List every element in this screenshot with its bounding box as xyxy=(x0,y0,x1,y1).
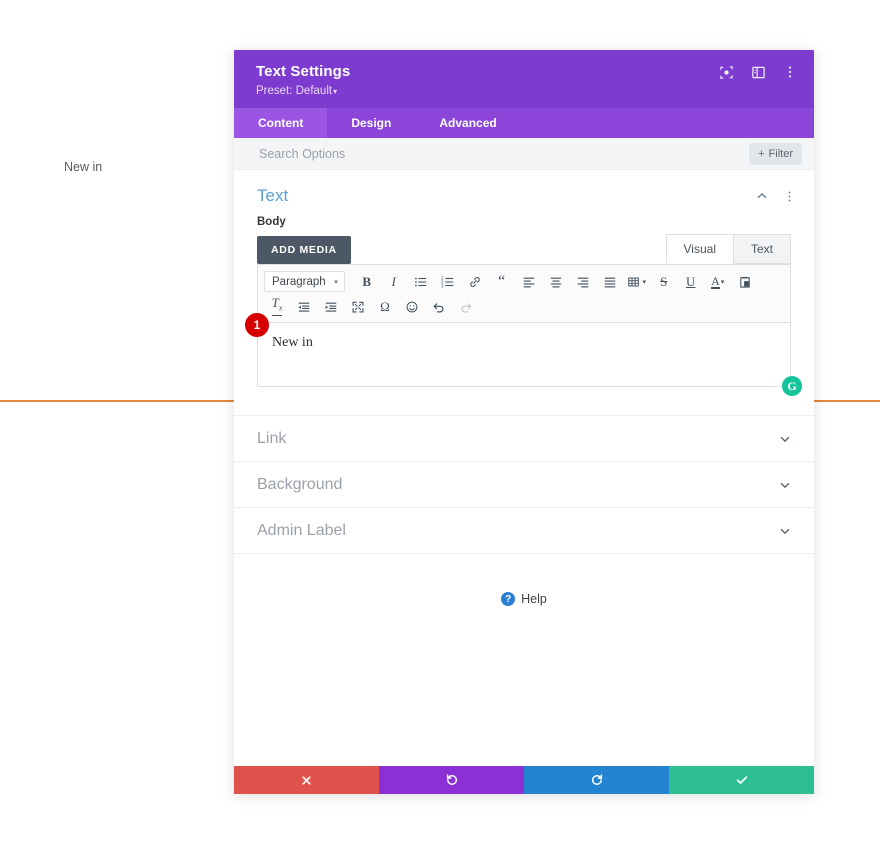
section-label-admin-label: Admin Label xyxy=(257,521,346,539)
layout-panel-icon[interactable] xyxy=(750,64,766,80)
toolbar-row-1: Paragraph ▾ B I 1 2 3 “ ▾ S U A ▾ xyxy=(264,269,784,294)
editor-mode-tabs: Visual Text xyxy=(665,234,791,264)
section-more-vertical-icon[interactable] xyxy=(783,190,796,203)
emoji-icon[interactable] xyxy=(399,296,425,318)
section-label-background: Background xyxy=(257,475,343,493)
focus-icon[interactable] xyxy=(718,64,734,80)
indent-icon[interactable] xyxy=(318,296,344,318)
editor-toolbar: Paragraph ▾ B I 1 2 3 “ ▾ S U A ▾ Tx Ω xyxy=(257,264,791,322)
chevron-down-icon: ▾ xyxy=(333,87,338,96)
underline-icon[interactable]: U xyxy=(678,271,704,293)
help-row[interactable]: ? Help xyxy=(234,553,814,606)
chevron-down-icon xyxy=(778,432,792,446)
bold-icon[interactable]: B xyxy=(354,271,380,293)
undo-icon[interactable] xyxy=(426,296,452,318)
chevron-down-icon xyxy=(778,524,792,538)
redo-icon xyxy=(591,774,602,786)
special-character-icon[interactable]: Ω xyxy=(372,296,398,318)
modal-header: Text Settings Preset: Default▾ xyxy=(234,50,814,108)
chevron-down-icon xyxy=(778,478,792,492)
align-justify-icon[interactable] xyxy=(597,271,623,293)
table-icon[interactable]: ▾ xyxy=(624,271,650,293)
editor-top-bar: ADD MEDIA Visual Text xyxy=(257,234,791,264)
strikethrough-icon[interactable]: S xyxy=(651,271,677,293)
modal-footer xyxy=(234,766,814,794)
link-icon[interactable] xyxy=(462,271,488,293)
sidebar-item-link[interactable]: Link xyxy=(234,415,814,461)
chevron-down-icon: ▾ xyxy=(334,278,338,286)
page-background-text: New in xyxy=(64,160,103,174)
search-input[interactable] xyxy=(257,145,750,162)
more-vertical-icon[interactable] xyxy=(782,64,798,80)
text-section-header: Text xyxy=(234,170,814,216)
section-label-link: Link xyxy=(257,429,287,447)
preset-label: Preset: Default xyxy=(256,85,333,97)
redo-icon[interactable] xyxy=(453,296,479,318)
italic-icon[interactable]: I xyxy=(381,271,407,293)
text-section: Text Body ADD MEDIA Visual Text Paragrap… xyxy=(234,170,814,396)
help-icon: ? xyxy=(501,592,516,606)
check-icon xyxy=(736,776,747,784)
align-center-icon[interactable] xyxy=(543,271,569,293)
sidebar-item-background[interactable]: Background xyxy=(234,461,814,507)
body-field-label: Body xyxy=(257,216,286,228)
paragraph-format-value: Paragraph xyxy=(272,275,326,288)
chevron-down-icon: ▾ xyxy=(720,278,725,286)
clear-formatting-icon[interactable]: Tx xyxy=(264,296,290,318)
tab-visual[interactable]: Visual xyxy=(665,234,734,264)
header-icon-group xyxy=(718,64,798,80)
modal-tab-bar: Content Design Advanced xyxy=(234,108,814,138)
page-root: New in Text Settings Preset: Default▾ Co… xyxy=(0,0,880,844)
filter-button[interactable]: + Filter xyxy=(749,142,802,165)
filter-button-label: Filter xyxy=(768,147,793,160)
add-media-button[interactable]: ADD MEDIA xyxy=(257,236,351,264)
paragraph-format-select[interactable]: Paragraph ▾ xyxy=(264,271,345,292)
step-badge-1: 1 xyxy=(245,313,269,337)
grammarly-icon[interactable]: G xyxy=(782,376,802,396)
editor-content-text: New in xyxy=(272,335,313,350)
section-title-text: Text xyxy=(257,186,289,205)
editor-content-area[interactable]: New in G xyxy=(257,322,802,396)
preset-selector[interactable]: Preset: Default▾ xyxy=(256,84,792,99)
modal-body: Text Body ADD MEDIA Visual Text Paragrap… xyxy=(234,170,814,766)
redo-button[interactable] xyxy=(524,766,669,794)
cancel-button[interactable] xyxy=(234,766,379,794)
save-button[interactable] xyxy=(669,766,814,794)
bulleted-list-icon[interactable] xyxy=(408,271,434,293)
undo-button[interactable] xyxy=(379,766,524,794)
paste-as-text-icon[interactable] xyxy=(732,271,758,293)
fullscreen-icon[interactable] xyxy=(345,296,371,318)
toolbar-row-2: Tx Ω xyxy=(264,294,784,319)
blockquote-icon[interactable]: “ xyxy=(489,271,515,293)
tab-advanced[interactable]: Advanced xyxy=(415,108,520,138)
page-title: Text Settings xyxy=(256,63,351,80)
tab-text[interactable]: Text xyxy=(732,234,791,264)
svg-text:3: 3 xyxy=(441,283,444,288)
chevron-down-icon: ▾ xyxy=(642,278,646,286)
tab-content[interactable]: Content xyxy=(234,108,328,138)
section-icon-group xyxy=(755,189,796,203)
numbered-list-icon[interactable]: 1 2 3 xyxy=(435,271,461,293)
text-settings-modal: Text Settings Preset: Default▾ Content D… xyxy=(234,50,814,794)
tab-design[interactable]: Design xyxy=(327,108,415,138)
align-right-icon[interactable] xyxy=(570,271,596,293)
search-options-row: + Filter xyxy=(234,138,814,170)
close-icon xyxy=(302,775,311,785)
editor-wrapper: ADD MEDIA Visual Text Paragraph ▾ B I 1 … xyxy=(234,234,814,396)
chevron-up-icon[interactable] xyxy=(755,189,769,203)
undo-icon xyxy=(446,774,457,786)
outdent-icon[interactable] xyxy=(291,296,317,318)
align-left-icon[interactable] xyxy=(516,271,542,293)
text-color-icon[interactable]: A ▾ xyxy=(705,271,731,293)
sidebar-item-admin-label[interactable]: Admin Label xyxy=(234,507,814,553)
plus-icon: + xyxy=(758,147,765,160)
help-label: Help xyxy=(521,592,547,606)
